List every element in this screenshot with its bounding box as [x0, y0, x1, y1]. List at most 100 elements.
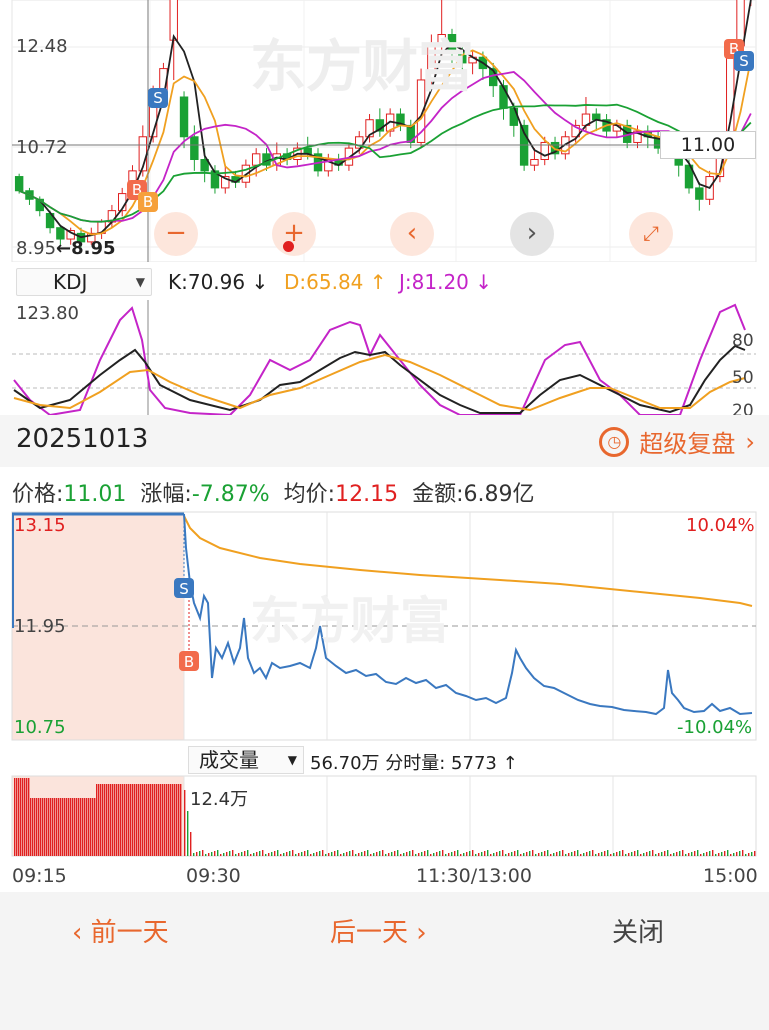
volume-bar — [26, 778, 28, 856]
scroll-left-button[interactable]: ‹ — [390, 212, 434, 256]
volume-bar — [376, 852, 378, 856]
volume-bar — [148, 784, 150, 856]
watermark: 东方财富 — [250, 35, 474, 100]
volume-bar — [253, 853, 255, 856]
dropdown-icon: ▼ — [287, 753, 297, 767]
volume-bar — [40, 798, 42, 856]
volume-bar — [208, 853, 210, 856]
volume-bar — [517, 850, 519, 856]
volume-bar — [68, 798, 70, 856]
volume-bar — [430, 854, 432, 856]
volume-bar — [715, 854, 717, 856]
volume-bar — [637, 850, 639, 856]
volume-bar — [349, 851, 351, 856]
active-dot-icon — [283, 241, 294, 252]
indicator-select[interactable]: KDJ ▼ — [16, 268, 152, 296]
volume-bar — [268, 853, 270, 856]
volume-info: 56.70万 分时量: 5773 ↑ — [310, 749, 518, 775]
volume-bar — [250, 854, 252, 856]
volume-bar — [238, 853, 240, 856]
volume-bar — [134, 784, 136, 856]
volume-bar — [184, 790, 186, 856]
volume-bar — [454, 851, 456, 856]
volume-bar — [631, 852, 633, 856]
volume-bar — [84, 798, 86, 856]
volume-bar — [439, 851, 441, 856]
volume-bar — [694, 851, 696, 856]
volume-bar — [532, 850, 534, 856]
volume-bar — [424, 851, 426, 856]
intraday-high-label: 13.15 — [14, 515, 66, 536]
volume-bar — [193, 853, 195, 856]
volume-bar — [262, 850, 264, 856]
volume-bar — [661, 852, 663, 856]
volume-bar — [223, 853, 225, 856]
volume-bar — [277, 850, 279, 856]
avg-value: 12.15 — [335, 482, 399, 507]
volume-bar — [217, 850, 219, 856]
volume-bar — [685, 854, 687, 856]
fullscreen-icon[interactable]: ⤢ — [629, 212, 673, 256]
volume-bar — [484, 851, 486, 856]
volume-bar — [607, 850, 609, 856]
volume-bar — [102, 784, 104, 856]
candle-body — [726, 45, 735, 143]
next-day-button[interactable]: 后一天 › — [330, 912, 427, 949]
candle — [396, 108, 405, 132]
volume-bar — [412, 850, 414, 856]
super-replay-button[interactable]: ◷ 超级复盘 › — [599, 424, 755, 459]
volume-bar — [478, 853, 480, 856]
volume-bar — [202, 850, 204, 856]
volume-indicator-select[interactable]: 成交量 ▼ — [188, 746, 304, 774]
kdj-k-value: K:70.96 ↓ — [168, 270, 269, 294]
volume-bar — [523, 853, 525, 856]
sell-marker: S — [739, 52, 749, 70]
volume-bar — [96, 784, 98, 856]
prev-day-button[interactable]: ‹ 前一天 — [72, 912, 169, 949]
volume-bar — [499, 851, 501, 856]
volume-bar — [448, 853, 450, 856]
zoom-in-button[interactable]: + — [272, 212, 316, 256]
volume-bar — [64, 798, 66, 856]
scroll-right-button[interactable]: › — [510, 212, 554, 256]
kdj-j-value: J:81.20 ↓ — [399, 270, 493, 294]
volume-bar — [589, 851, 591, 856]
volume-bar — [415, 854, 417, 856]
volume-bar — [90, 798, 92, 856]
volume-bar — [724, 851, 726, 856]
volume-bar — [138, 784, 140, 856]
volume-bar — [640, 854, 642, 856]
volume-bar — [120, 784, 122, 856]
volume-bar — [34, 798, 36, 856]
intraday-mid-label: 11.95 — [14, 616, 66, 637]
volume-bar — [445, 854, 447, 856]
volume-bar — [82, 798, 84, 856]
volume-bar — [86, 798, 88, 856]
volume-bar — [655, 854, 657, 856]
volume-bar — [556, 852, 558, 856]
volume-bar — [22, 778, 24, 856]
price-value: 11.01 — [63, 482, 127, 507]
volume-bar — [178, 784, 180, 856]
volume-bar — [226, 852, 228, 856]
volume-bar — [124, 784, 126, 856]
volume-bar — [304, 851, 306, 856]
volume-bar — [187, 811, 189, 856]
volume-bar — [140, 784, 142, 856]
volume-bar — [514, 851, 516, 856]
candle-body — [179, 96, 189, 138]
volume-bar — [361, 852, 363, 856]
volume-bar — [634, 851, 636, 856]
close-button[interactable]: 关闭 — [612, 912, 664, 949]
volume-bar — [397, 850, 399, 856]
buy-marker: B — [143, 193, 153, 211]
indicator-select-label: KDJ — [53, 270, 88, 294]
volume-select-label: 成交量 — [199, 748, 259, 772]
zoom-out-button[interactable]: − — [154, 212, 198, 256]
volume-bar — [355, 854, 357, 856]
volume-bar — [502, 850, 504, 856]
chevron-left-icon: ‹ — [72, 918, 91, 948]
volume-bar — [643, 853, 645, 856]
candle-body — [695, 187, 704, 200]
volume-bar — [352, 850, 354, 856]
